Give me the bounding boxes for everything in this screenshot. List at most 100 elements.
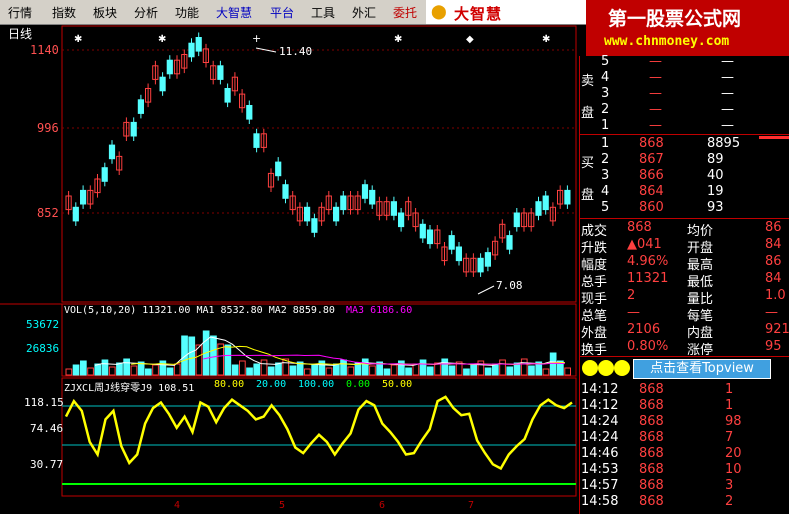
volume-bar — [289, 365, 297, 376]
circle-btn-1[interactable] — [582, 360, 598, 376]
marker: ✱ — [74, 34, 82, 45]
quote-row: 盘 4 864 19 — [579, 184, 789, 203]
divider — [579, 134, 789, 135]
volume-bar — [267, 366, 275, 376]
volume-bar — [80, 360, 87, 376]
quote-row: 14:58 868 2 — [579, 494, 789, 510]
marker: + — [252, 32, 261, 45]
ind-level-80-label: 80.00 — [214, 379, 245, 390]
tick-price: 868 — [639, 398, 664, 413]
vol-tick-high: 53672 — [26, 318, 60, 331]
menu-gongneng[interactable]: 功能 — [175, 4, 199, 21]
x-tick-5: 5 — [279, 500, 286, 511]
volume-bar — [253, 363, 261, 376]
buy-price: 864 — [639, 184, 664, 199]
quote-row: 买 2 867 89 — [579, 152, 789, 171]
stat-value: 1.0 — [765, 288, 786, 303]
volume-bar — [520, 358, 528, 376]
sell-volume: — — [721, 54, 734, 69]
volume-bar — [311, 364, 318, 376]
menu-dazhihui[interactable]: 大智慧 — [216, 4, 252, 21]
topview-button[interactable]: 点击查看Topview — [633, 359, 771, 379]
top-markers: ✱ ✱ ✱ ◆ ✱ + — [74, 32, 550, 45]
volume-bar — [87, 367, 94, 376]
tick-volume: 2 — [725, 494, 734, 509]
volume-bar — [369, 365, 376, 376]
chart-svg: ✱ ✱ ✱ ◆ ✱ + — [0, 25, 577, 497]
stat-value: 2 — [627, 288, 636, 303]
quote-row: 换手 0.80% 涨停 95 — [579, 339, 789, 358]
tick-time: 14:46 — [581, 446, 619, 461]
brand-text: 大智慧 — [454, 5, 503, 23]
menu-pingtai[interactable]: 平台 — [270, 4, 294, 21]
menu-zhishu[interactable]: 指数 — [52, 4, 76, 21]
price-tick-1140: 1140 — [30, 43, 59, 57]
quote-row: 14:57 868 3 — [579, 478, 789, 494]
quote-row: 卖 4— — — [579, 70, 789, 89]
stat-value: 0.80% — [627, 339, 669, 354]
stat-label: 换手 — [581, 343, 608, 358]
tick-price: 868 — [639, 494, 664, 509]
volume-bar — [224, 344, 232, 376]
menu-waihui[interactable]: 外汇 — [352, 4, 376, 21]
stat-label: 涨停 — [687, 343, 714, 358]
tick-volume: 10 — [725, 462, 742, 477]
volume-bar — [101, 359, 109, 376]
watermark-url: www.chnmoney.com — [604, 34, 730, 49]
volume-bars — [65, 330, 571, 376]
circle-btn-3[interactable] — [614, 360, 630, 376]
menu-gongju[interactable]: 工具 — [311, 4, 335, 21]
buy-volume: 8895 — [707, 136, 741, 151]
tick-time: 14:53 — [581, 462, 619, 477]
menu-bankuai[interactable]: 板块 — [93, 4, 117, 21]
volume-bar — [239, 360, 246, 376]
watermark-title: 第一股票公式网 — [608, 8, 742, 30]
volume-bar — [152, 364, 159, 376]
logo-icon: ⬤ — [431, 4, 447, 20]
sell-level: 2 — [601, 102, 610, 117]
quote-row: 14:46 868 20 — [579, 446, 789, 462]
stat-value: 2106 — [627, 322, 661, 337]
menu-fenxi[interactable]: 分析 — [134, 4, 158, 21]
vol-header: VOL(5,10,20) 11321.00 MA1 8532.80 MA2 88… — [64, 305, 335, 316]
volume-bar — [130, 365, 138, 376]
menu-weituo[interactable]: 委托 — [393, 4, 417, 21]
marker: ✱ — [542, 34, 550, 45]
quote-row: 总手 11321 最低 84 — [579, 271, 789, 290]
stat-value: 84 — [765, 237, 782, 252]
buy-price: 866 — [639, 168, 664, 183]
stat-value: 86 — [765, 254, 782, 269]
sell-level: 5 — [601, 54, 610, 69]
tick-volume: 1 — [725, 382, 734, 397]
quote-row: 盘 2— — — [579, 102, 789, 121]
tick-volume: 7 — [725, 430, 734, 445]
volume-bar — [426, 366, 434, 376]
period-label[interactable]: 日线 — [8, 25, 32, 42]
indicator-line — [64, 395, 573, 471]
indicator-panel-frame — [61, 377, 577, 497]
tick-time: 14:57 — [581, 478, 619, 493]
tick-price: 868 — [639, 430, 664, 445]
menu-hangqing[interactable]: 行情 — [8, 4, 32, 21]
marker: ✱ — [394, 34, 402, 45]
quote-row: 3 866 40 — [579, 168, 789, 184]
volume-bar — [304, 368, 311, 376]
stat-value: 95 — [765, 339, 782, 354]
volume-bar — [506, 366, 514, 376]
price-tick-852: 852 — [37, 206, 59, 220]
volume-bar — [231, 364, 239, 376]
tick-time: 14:58 — [581, 494, 619, 509]
buy-level: 2 — [601, 152, 610, 167]
sell-level: 4 — [601, 70, 610, 85]
buy-volume: 19 — [707, 184, 724, 199]
volume-bar — [398, 360, 405, 376]
circle-btn-2[interactable] — [598, 360, 614, 376]
volume-bar — [542, 368, 550, 376]
chart-area[interactable]: ✱ ✱ ✱ ◆ ✱ + 日线 1140 996 852 11.40 7.08 V… — [0, 24, 579, 514]
buy-level: 1 — [601, 136, 610, 151]
divider — [579, 356, 789, 357]
watermark: 第一股票公式网 www.chnmoney.com — [586, 0, 789, 56]
volume-bar — [347, 366, 355, 376]
tick-price: 868 — [639, 382, 664, 397]
buy-price: 867 — [639, 152, 664, 167]
